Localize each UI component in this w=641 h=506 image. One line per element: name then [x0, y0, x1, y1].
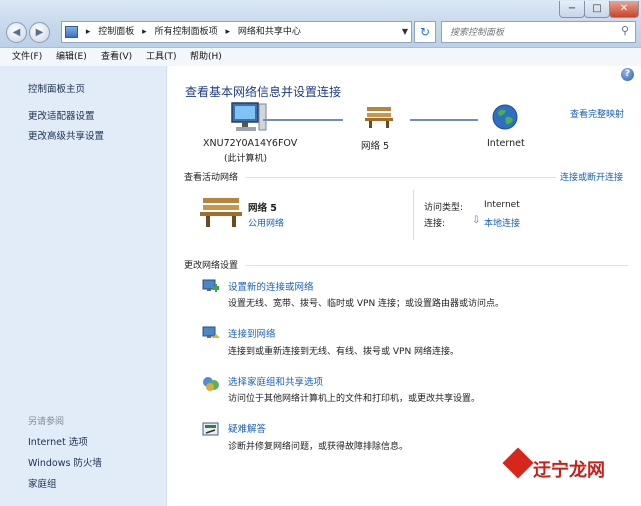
task-connect-network[interactable]: 连接到网络 — [228, 326, 276, 340]
breadcrumb-control-panel[interactable]: 控制面板 — [98, 27, 134, 37]
computer-note: (此计算机) — [224, 154, 268, 164]
sidebar: 控制面板主页 更改适配器设置 更改高级共享设置 另请参阅 Internet 选项… — [0, 66, 167, 506]
address-bar[interactable]: ▸ 控制面板 ▸ 所有控制面板项 ▸ 网络和共享中心 ▼ — [61, 21, 412, 43]
map-network-label[interactable]: 网络 5 — [361, 138, 389, 152]
control-panel-icon — [65, 25, 78, 38]
network-type-link[interactable]: 公用网络 — [248, 216, 284, 229]
vertical-divider — [413, 190, 414, 240]
breadcrumb-all-items[interactable]: 所有控制面板项 — [155, 27, 218, 37]
section-divider — [246, 177, 556, 178]
connection-label: 连接: — [424, 219, 446, 229]
breadcrumb-network-center[interactable]: 网络和共享中心 — [238, 27, 301, 37]
sidebar-link-internet-options[interactable]: Internet 选项 — [28, 434, 88, 448]
task-homegroup-desc: 访问位于其他网络计算机上的文件和打印机，或更改共享设置。 — [228, 394, 481, 404]
back-button[interactable]: ◀ — [6, 22, 27, 43]
breadcrumb-sep-icon: ▸ — [85, 27, 91, 37]
computer-name: XNU72Y0A14Y6FOV — [203, 138, 298, 149]
breadcrumb-sep-icon: ▸ — [142, 27, 147, 37]
active-networks-heading: 查看活动网络 — [184, 173, 239, 183]
task-homegroup[interactable]: 选择家庭组和共享选项 — [228, 374, 323, 388]
back-arrow-icon: ◀ — [12, 27, 21, 38]
task-new-connection-desc: 设置无线、宽带、拨号、临时或 VPN 连接；或设置路由器或访问点。 — [228, 299, 505, 309]
task-troubleshoot[interactable]: 疑难解答 — [228, 421, 266, 435]
connection-line — [263, 119, 343, 121]
search-input[interactable] — [448, 24, 612, 42]
menu-help[interactable]: 帮助(H) — [190, 48, 222, 66]
change-settings-heading: 更改网络设置 — [184, 261, 239, 271]
map-internet-label[interactable]: Internet — [487, 138, 525, 149]
page-title: 查看基本网络信息并设置连接 — [185, 85, 342, 99]
sidebar-link-homegroup[interactable]: 家庭组 — [28, 476, 57, 490]
watermark-text: 迂宁龙网 — [533, 460, 605, 481]
full-map-link[interactable]: 查看完整映射 — [570, 107, 624, 120]
see-also-heading: 另请参阅 — [28, 417, 65, 427]
close-button[interactable]: ✕ — [609, 1, 639, 18]
sidebar-link-sharing[interactable]: 更改高级共享设置 — [28, 128, 104, 142]
menu-edit[interactable]: 编辑(E) — [56, 48, 87, 66]
menu-file[interactable]: 文件(F) — [12, 48, 42, 66]
homegroup-icon — [203, 377, 219, 391]
network-bench-icon — [200, 198, 242, 227]
task-new-connection[interactable]: 设置新的连接或网络 — [228, 279, 314, 293]
forward-button[interactable]: ▶ — [29, 22, 50, 43]
chevron-down-icon[interactable]: ▼ — [402, 22, 408, 42]
bench-icon — [365, 107, 393, 128]
minimize-button[interactable]: − — [559, 1, 585, 18]
troubleshoot-icon — [202, 422, 219, 436]
access-type-label: 访问类型: — [424, 203, 464, 213]
access-type-value: Internet — [484, 200, 520, 210]
task-troubleshoot-desc: 诊断并修复网络问题，或获得故障排除信息。 — [228, 442, 409, 452]
task-connect-network-desc: 连接到或重新连接到无线、有线、拨号或 VPN 网络连接。 — [228, 347, 460, 357]
help-icon[interactable]: ? — [621, 68, 634, 81]
menu-view[interactable]: 查看(V) — [101, 48, 132, 66]
sidebar-link-home[interactable]: 控制面板主页 — [28, 81, 85, 95]
breadcrumb-sep-icon: ▸ — [225, 27, 230, 37]
connection-line — [410, 119, 478, 121]
sidebar-link-firewall[interactable]: Windows 防火墙 — [28, 455, 102, 469]
connect-disconnect-link[interactable]: 连接或断开连接 — [560, 170, 623, 183]
menu-tools[interactable]: 工具(T) — [146, 48, 177, 66]
search-icon[interactable]: ⚲ — [621, 24, 629, 37]
ethernet-icon: ⇩ — [472, 215, 481, 226]
refresh-icon: ↻ — [419, 25, 431, 39]
menu-bar: 文件(F) 编辑(E) 查看(V) 工具(T) 帮助(H) — [0, 48, 641, 67]
connect-network-icon — [202, 326, 220, 338]
new-connection-icon — [202, 279, 219, 292]
forward-arrow-icon: ▶ — [35, 27, 44, 38]
sidebar-link-adapter[interactable]: 更改适配器设置 — [28, 108, 95, 122]
search-box[interactable]: ⚲ — [441, 21, 636, 43]
active-network-name: 网络 5 — [248, 203, 277, 214]
maximize-button[interactable]: □ — [584, 1, 610, 18]
computer-icon — [231, 102, 267, 131]
section-divider — [246, 265, 628, 266]
refresh-button[interactable]: ↻ — [414, 21, 436, 43]
globe-icon — [492, 104, 518, 130]
local-connection-link[interactable]: 本地连接 — [484, 216, 520, 229]
